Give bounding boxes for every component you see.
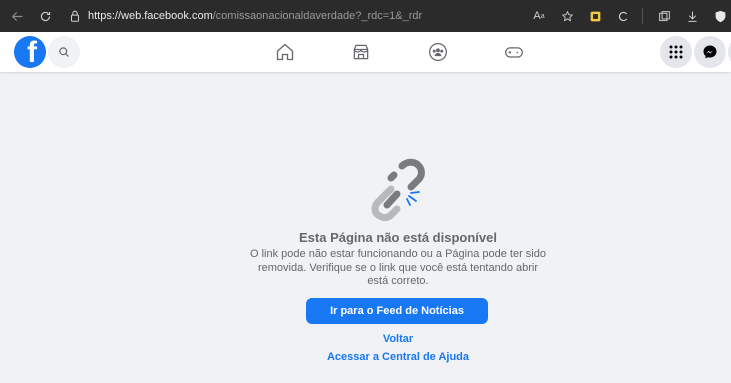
tabs-icon[interactable] [653, 5, 675, 27]
search-button[interactable] [48, 36, 80, 68]
shield-icon[interactable] [709, 5, 731, 27]
refresh-icon[interactable] [34, 5, 56, 27]
gaming-tab[interactable] [500, 38, 528, 66]
back-link[interactable]: Voltar [0, 333, 731, 345]
extension-c-icon[interactable] [612, 5, 634, 27]
grid-menu-icon [669, 45, 683, 59]
messenger-icon [703, 45, 717, 59]
facebook-top-nav: f [0, 32, 731, 72]
facebook-logo[interactable]: f [14, 36, 46, 68]
home-tab[interactable] [271, 38, 299, 66]
go-to-news-feed-button[interactable]: Ir para o Feed de Notícias [306, 298, 488, 324]
gamepad-icon [505, 47, 523, 58]
collections-icon[interactable] [584, 5, 606, 27]
search-icon [59, 47, 69, 57]
url-text: https://web.facebook.com/comissaonaciona… [88, 10, 422, 22]
marketplace-tab[interactable] [347, 38, 375, 66]
broken-link-icon [371, 158, 425, 222]
help-center-link[interactable]: Acessar a Central de Ajuda [0, 351, 731, 363]
home-icon [276, 43, 294, 61]
favorite-star-icon[interactable] [556, 5, 578, 27]
download-icon[interactable] [681, 5, 703, 27]
menu-button[interactable] [660, 36, 692, 68]
browser-toolbar: https://web.facebook.com/comissaonaciona… [0, 0, 731, 32]
groups-icon [429, 43, 447, 61]
url-path: /comissaonacionaldaverdade?_rdc=1&_rdr [212, 10, 423, 22]
error-title: Esta Página não está disponível [299, 230, 497, 245]
facebook-logo-letter: f [27, 36, 37, 68]
address-bar[interactable]: https://web.facebook.com/comissaonaciona… [68, 6, 538, 26]
messenger-button[interactable] [694, 36, 726, 68]
error-description: O link pode não estar funcionando ou a P… [250, 248, 546, 287]
marketplace-icon [353, 44, 369, 60]
toolbar-separator [642, 8, 643, 24]
error-content: Esta Página não está disponível O link p… [0, 72, 731, 383]
read-aloud-icon[interactable]: Aa [528, 5, 550, 27]
url-host: https://web.facebook.com [88, 10, 213, 22]
read-aloud-label: A [533, 10, 541, 22]
lock-icon [70, 10, 80, 22]
groups-tab[interactable] [424, 38, 452, 66]
back-arrow-icon[interactable] [6, 5, 28, 27]
